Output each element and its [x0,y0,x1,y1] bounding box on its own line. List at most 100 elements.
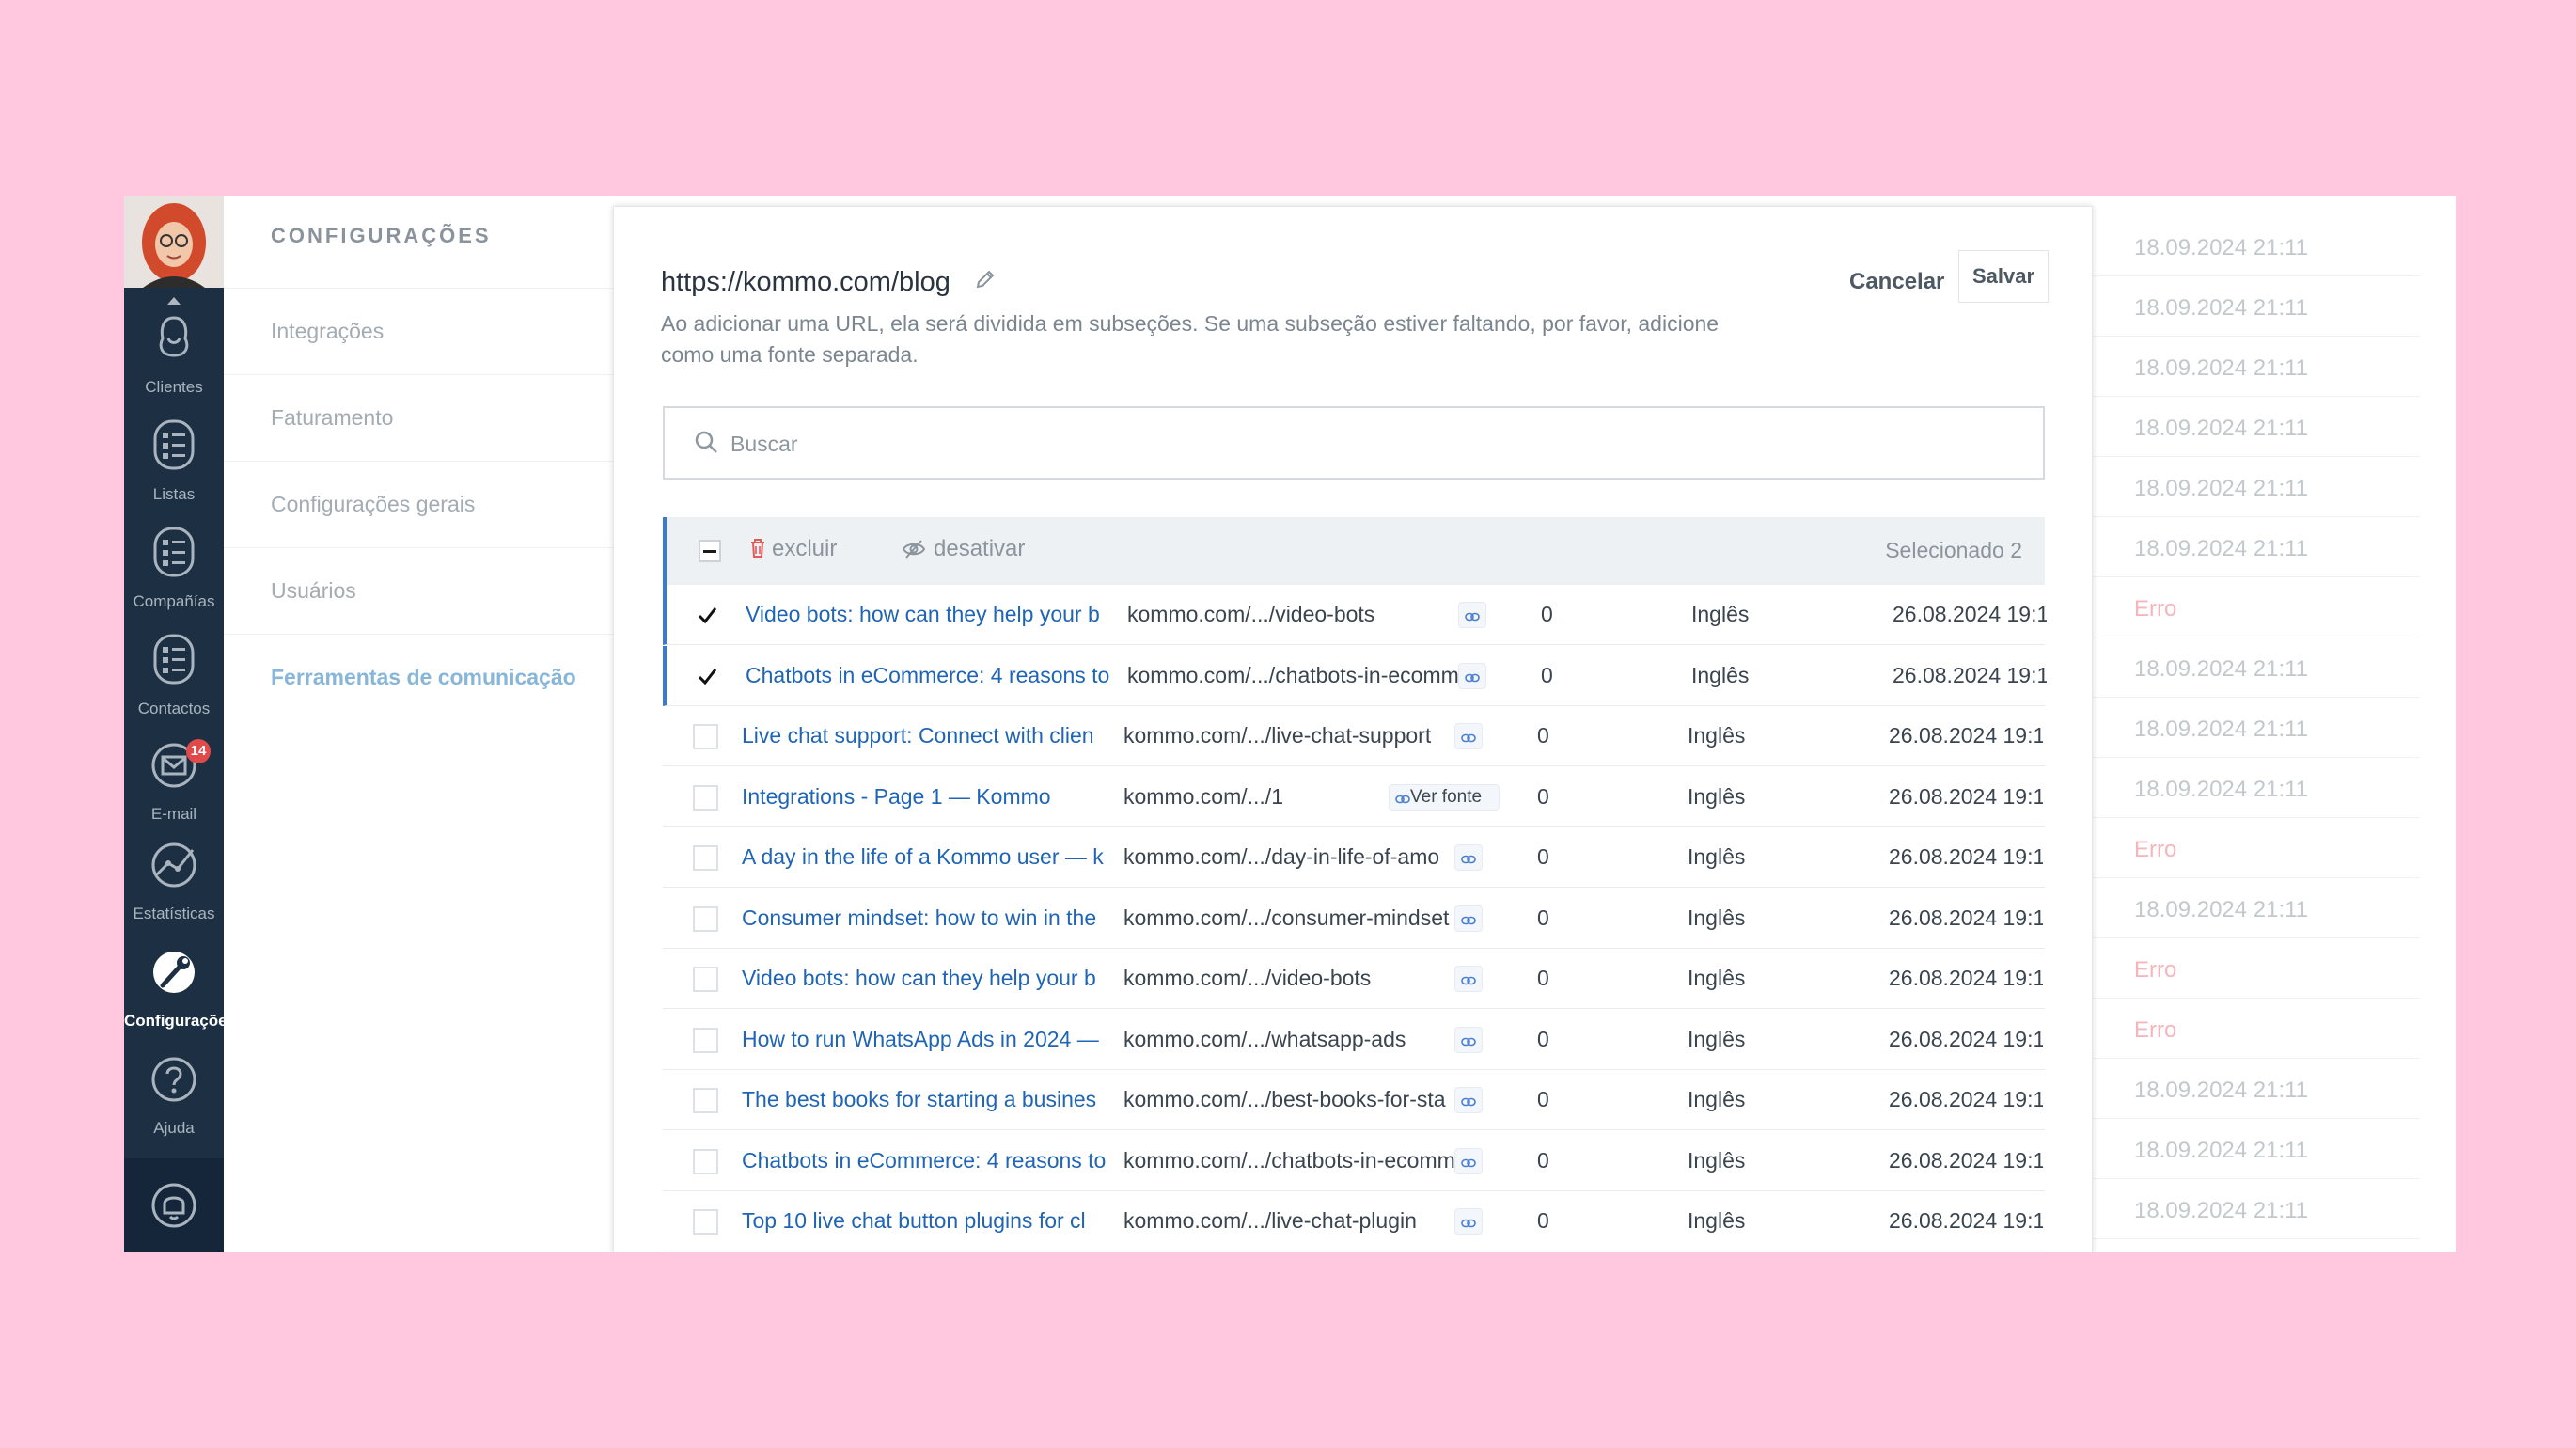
bulk-actions-bar: excluir desativar Selecionado 2 [663,517,2045,585]
main-nav: Clientes Listas Compañías Contactos 14 E… [124,196,224,1252]
disable-button[interactable]: desativar [902,536,1025,562]
table-row: aErro [2044,577,2420,637]
source-count: 0 [1537,1208,1549,1233]
delete-button[interactable]: excluir [749,536,837,562]
open-source-button[interactable] [1454,1087,1483,1113]
row-checkbox[interactable] [695,603,720,628]
nav-item-email[interactable]: 14 E-mail [124,728,224,833]
settings-item-ferramentas[interactable]: Ferramentas de comunicação [224,634,628,720]
row-checkbox[interactable] [693,967,718,992]
row-checkbox[interactable] [693,1088,718,1113]
row-checkbox[interactable] [693,724,718,749]
source-title[interactable]: Top 10 live chat button plugins for cl [742,1208,1107,1234]
settings-item-faturamento[interactable]: Faturamento [224,374,628,461]
nav-item-estatisticas[interactable]: Estatísticas [124,827,224,933]
nav-item-companias[interactable]: Compañías [124,515,224,621]
source-date: 26.08.2024 19:18 [1889,966,2043,990]
table-row: a18.09.2024 21:11 [2044,276,2420,337]
source-title[interactable]: How to run WhatsApp Ads in 2024 — [742,1027,1107,1052]
table-row: a18.09.2024 21:11 [2044,1059,2420,1119]
table-row[interactable]: The best books for starting a busines kom… [663,1070,2045,1130]
open-source-button[interactable] [1454,1208,1483,1235]
nav-item-configuracoes[interactable]: Configurações [124,935,224,1040]
source-title[interactable]: Chatbots in eCommerce: 4 reasons to [742,1148,1107,1173]
stats-icon [151,842,196,888]
row-checkbox[interactable] [693,784,718,811]
cancel-button[interactable]: Cancelar [1849,265,1944,316]
nav-item-contactos[interactable]: Contactos [124,622,224,728]
search-box [663,406,2045,480]
table-row[interactable]: Integrations - Page 1 — Kommo kommo.com/.… [663,766,2045,827]
open-source-button[interactable]: Ver fonte [1389,783,1500,811]
link-icon [1461,1037,1476,1046]
source-title[interactable]: Chatbots in eCommerce: 4 reasons to [746,663,1110,688]
save-button[interactable]: Salvar [1958,250,2049,303]
open-source-button[interactable] [1454,1147,1483,1174]
source-language: Inglês [1688,1147,1746,1173]
table-row[interactable]: Chatbots in eCommerce: 4 reasons to kommo… [663,1130,2045,1191]
table-row[interactable]: Video bots: how can they help your b komm… [663,949,2045,1009]
notifications-button[interactable] [124,1158,224,1252]
source-language: Inglês [1688,783,1746,809]
source-url: kommo.com/.../whatsapp-ads [1123,1026,1406,1051]
source-title[interactable]: Live chat support: Connect with clien [742,723,1107,748]
open-source-button[interactable] [1458,662,1486,689]
open-source-button[interactable] [1458,602,1486,628]
nav-label: Clientes [145,378,203,396]
table-row[interactable]: A day in the life of a Kommo user — k kom… [663,827,2045,888]
table-row[interactable]: Video bots: how can they help your b komm… [663,585,2047,645]
source-date: 26.08.2024 19:19 [1889,783,2043,809]
row-checkbox[interactable] [693,1027,718,1053]
settings-item-integracoes[interactable]: Integrações [224,288,628,374]
source-title[interactable]: Video bots: how can they help your b [742,966,1107,991]
open-source-button[interactable] [1454,844,1483,871]
nav-item-listas[interactable]: Listas [124,408,224,513]
row-checkbox[interactable] [693,905,718,932]
source-title[interactable]: Integrations - Page 1 — Kommo [742,784,1107,810]
selected-count: Selecionado 2 [1885,538,2022,562]
row-checkbox[interactable] [693,1209,718,1235]
pencil-icon[interactable] [975,269,996,290]
open-source-button[interactable] [1454,966,1483,992]
settings-item-usuarios[interactable]: Usuários [224,547,628,634]
source-count: 0 [1541,602,1553,626]
table-row[interactable]: Consumer mindset: how to win in the kommo… [663,888,2045,949]
modal-description: Ao adicionar uma URL, ela será dividida … [661,311,1720,367]
bell-icon [151,1183,196,1228]
deselect-all-checkbox[interactable] [699,540,721,562]
table-row[interactable]: Chatbots in eCommerce: 4 reasons to kommo… [663,645,2047,706]
source-title[interactable]: A day in the life of a Kommo user — k [742,844,1107,870]
table-row[interactable]: Live chat support: Connect with clien kom… [663,706,2045,766]
avatar[interactable] [124,196,224,288]
open-source-button[interactable] [1454,905,1483,932]
settings-item-configuracoes-gerais[interactable]: Configurações gerais [224,461,628,547]
table-row: a18.09.2024 21:11 [2044,397,2420,457]
source-date: 26.08.2024 19:19 [1893,602,2047,626]
source-date: 26.08.2024 19:18 [1889,1087,2043,1111]
row-checkbox[interactable] [693,1148,718,1174]
nav-item-clientes[interactable]: Clientes [124,301,224,406]
source-language: Inglês [1688,966,1746,990]
link-icon [1461,733,1476,743]
link-icon [1465,612,1480,622]
source-date: 26.08.2024 19:18 [1889,1026,2043,1051]
open-source-button[interactable] [1454,723,1483,749]
contacts-icon [153,634,195,685]
table-row[interactable]: Top 10 live chat button plugins for cl ko… [663,1191,2045,1251]
nav-item-ajuda[interactable]: Ajuda [124,1042,224,1147]
trash-icon [751,539,764,558]
source-title[interactable]: Consumer mindset: how to win in the [742,905,1107,931]
open-source-button[interactable] [1454,1026,1483,1053]
link-icon [1461,1097,1476,1107]
table-row: aErro [2044,999,2420,1059]
source-title[interactable]: Video bots: how can they help your b [746,602,1110,627]
source-language: Inglês [1688,844,1746,869]
row-checkbox[interactable] [695,663,720,689]
search-input[interactable] [729,421,2030,466]
open-source-label: Ver fonte [1410,786,1483,807]
source-title[interactable]: The best books for starting a busines [742,1087,1107,1112]
source-url: kommo.com/.../consumer-mindset [1123,905,1450,930]
row-checkbox[interactable] [693,845,718,871]
source-count: 0 [1537,1026,1549,1051]
table-row[interactable]: How to run WhatsApp Ads in 2024 — kommo.c… [663,1009,2045,1070]
